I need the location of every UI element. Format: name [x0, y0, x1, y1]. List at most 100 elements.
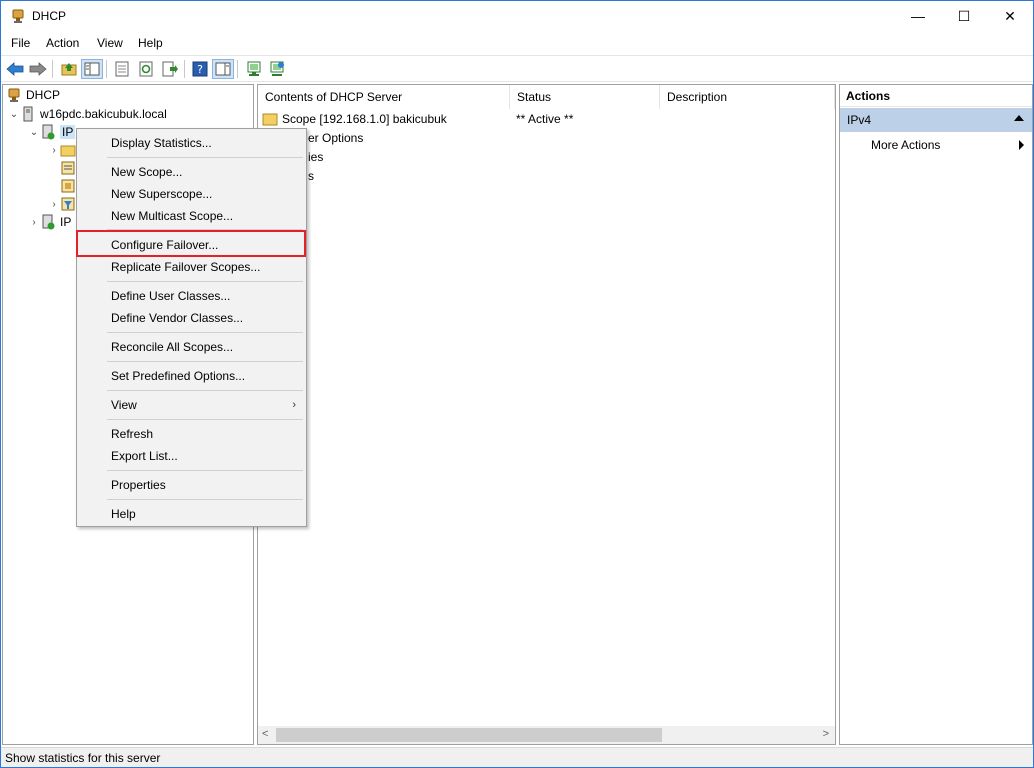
forward-button[interactable] — [27, 59, 49, 79]
menu-item-help[interactable]: Help — [77, 503, 306, 525]
menu-item-properties[interactable]: Properties — [77, 474, 306, 496]
menu-file[interactable]: File — [11, 36, 30, 50]
menu-action[interactable]: Action — [46, 36, 79, 50]
submenu-arrow-icon: › — [292, 399, 296, 411]
title-bar[interactable]: DHCP — ☐ ✕ — [1, 1, 1033, 31]
server-icon — [247, 61, 261, 76]
more-actions-item[interactable]: More Actions — [840, 135, 1032, 155]
minimize-icon: — — [911, 8, 925, 24]
server-icon — [20, 106, 36, 122]
show-hide-tree-button[interactable] — [81, 59, 103, 79]
action-pane-button[interactable] — [212, 59, 234, 79]
tree-item-dhcp[interactable]: DHCP — [6, 86, 60, 104]
column-header-status[interactable]: Status — [510, 85, 660, 109]
scroll-left-icon[interactable]: < — [262, 728, 268, 740]
toolbar-separator — [52, 60, 53, 78]
add-server-button[interactable] — [266, 59, 288, 79]
horizontal-scrollbar[interactable]: < > — [258, 726, 835, 744]
menu-item-label: Replicate Failover Scopes... — [111, 260, 261, 274]
tree-item-ipv4[interactable]: ⌄ IP — [28, 123, 76, 141]
toolbar-separator — [237, 60, 238, 78]
tree-item-server[interactable]: ⌄ w16pdc.bakicubuk.local — [8, 105, 167, 123]
maximize-icon: ☐ — [957, 7, 971, 24]
menu-bar: File Action View Help — [1, 32, 1033, 54]
export-button[interactable] — [159, 59, 181, 79]
chevron-down-icon[interactable]: ⌄ — [28, 127, 40, 138]
menu-separator — [107, 281, 303, 282]
menu-item-display-statistics[interactable]: Display Statistics... — [77, 132, 306, 154]
menu-view[interactable]: View — [97, 36, 123, 50]
list-item-label: ies — [308, 150, 324, 164]
menu-item-reconcile-all-scopes[interactable]: Reconcile All Scopes... — [77, 336, 306, 358]
menu-item-define-vendor-classes[interactable]: Define Vendor Classes... — [77, 307, 306, 329]
column-header-description[interactable]: Description — [660, 85, 835, 109]
menu-item-refresh[interactable]: Refresh — [77, 423, 306, 445]
properties-icon — [115, 61, 129, 77]
menu-item-label: Properties — [111, 478, 166, 492]
list-item[interactable]: s — [308, 167, 314, 185]
tree-item-ipv6[interactable]: › IP — [28, 213, 71, 231]
menu-separator — [107, 229, 303, 230]
ipv6-server-icon — [40, 214, 56, 230]
close-icon: ✕ — [1004, 7, 1016, 24]
context-menu: Display Statistics... New Scope... New S… — [76, 128, 307, 527]
menu-item-export-list[interactable]: Export List... — [77, 445, 306, 467]
dhcp-icon — [6, 87, 22, 103]
menu-item-new-scope[interactable]: New Scope... — [77, 161, 306, 183]
export-icon — [162, 61, 178, 77]
close-button[interactable]: ✕ — [987, 1, 1033, 31]
menu-item-label: New Multicast Scope... — [111, 209, 234, 223]
menu-item-label: Reconcile All Scopes... — [111, 340, 234, 354]
actions-group-ipv4[interactable]: IPv4 — [840, 108, 1032, 132]
scroll-right-icon[interactable]: > — [823, 728, 829, 740]
menu-help[interactable]: Help — [138, 36, 163, 50]
collapse-icon[interactable] — [1014, 115, 1024, 121]
policies-icon — [60, 178, 76, 194]
help-button[interactable]: ? — [189, 59, 211, 79]
status-text: Show statistics for this server — [5, 750, 161, 765]
refresh-button[interactable] — [135, 59, 157, 79]
menu-item-set-predefined-options[interactable]: Set Predefined Options... — [77, 365, 306, 387]
menu-separator — [107, 390, 303, 391]
column-header-contents[interactable]: Contents of DHCP Server — [258, 85, 510, 109]
up-folder-icon — [61, 63, 77, 76]
menu-item-label: Define Vendor Classes... — [111, 311, 244, 325]
svg-text:?: ? — [197, 63, 203, 76]
properties-button[interactable] — [111, 59, 133, 79]
content-pane: Contents of DHCP Server Status Descripti… — [257, 84, 836, 745]
menu-item-define-user-classes[interactable]: Define User Classes... — [77, 285, 306, 307]
menu-separator — [107, 499, 303, 500]
menu-separator — [107, 332, 303, 333]
menu-item-new-multicast-scope[interactable]: New Multicast Scope... — [77, 205, 306, 227]
back-button[interactable] — [4, 59, 26, 79]
up-button[interactable] — [58, 59, 80, 79]
list-item[interactable]: ies — [308, 148, 323, 166]
menu-separator — [107, 157, 303, 158]
list-item[interactable]: er Options — [308, 129, 363, 147]
menu-item-new-superscope[interactable]: New Superscope... — [77, 183, 306, 205]
show-hide-tree-icon — [84, 62, 100, 76]
tree-label-ipv4: IP — [60, 125, 76, 139]
help-icon: ? — [192, 61, 208, 77]
maximize-button[interactable]: ☐ — [941, 1, 987, 31]
menu-item-view[interactable]: View › — [77, 394, 306, 416]
tree-label-server: w16pdc.bakicubuk.local — [40, 107, 167, 121]
chevron-right-icon[interactable]: › — [48, 145, 60, 156]
server-button[interactable] — [243, 59, 265, 79]
menu-item-label: Export List... — [111, 449, 178, 463]
toolbar-separator — [106, 60, 107, 78]
scrollbar-thumb[interactable] — [276, 728, 662, 742]
chevron-right-icon[interactable]: › — [48, 199, 60, 210]
minimize-button[interactable]: — — [895, 1, 941, 31]
back-icon — [6, 62, 24, 76]
menu-item-replicate-failover-scopes[interactable]: Replicate Failover Scopes... — [77, 256, 306, 278]
list-item-label: er Options — [308, 131, 364, 145]
chevron-down-icon[interactable]: ⌄ — [8, 109, 20, 120]
folder-icon — [60, 142, 76, 158]
menu-item-label: New Superscope... — [111, 187, 213, 201]
menu-separator — [107, 470, 303, 471]
chevron-right-icon[interactable]: › — [28, 217, 40, 228]
menu-item-configure-failover[interactable]: Configure Failover... — [77, 234, 306, 256]
list-item[interactable]: Scope [192.168.1.0] bakicubuk ** Active … — [262, 110, 832, 128]
refresh-icon — [139, 61, 153, 77]
